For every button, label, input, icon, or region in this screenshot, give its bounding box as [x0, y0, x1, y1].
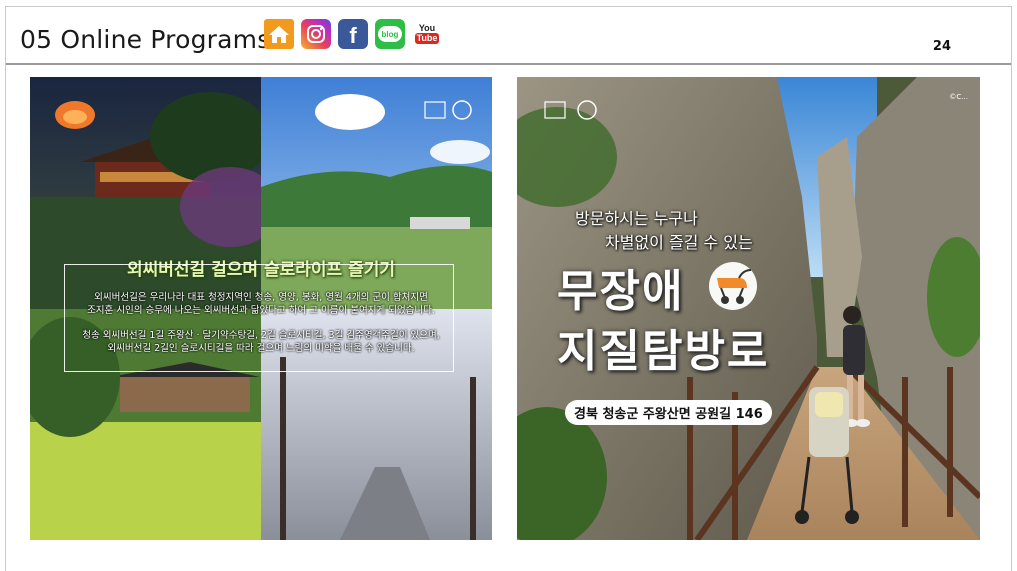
left-poster-paragraph-1-line-1: 외씨버선길은 우리나라 대표 청정지역인 청송, 영양, 봉화, 영월 4개의 …: [94, 292, 428, 303]
left-poster-frame: [64, 264, 454, 372]
right-poster-address: 경북 청송군 주왕산면 공원길 146: [565, 400, 772, 425]
social-icons: f blog You Tube: [264, 19, 442, 49]
header-divider: [6, 63, 1011, 65]
left-poster-paragraph-1-line-2: 조지훈 시인의 승무에 나오는 외씨버선과 닮았다고 하여 그 이름이 붙여지게…: [87, 305, 435, 316]
right-poster-subtitle-1: 방문하시는 누구나: [575, 209, 698, 228]
right-poster-credit: ©C...: [949, 93, 968, 101]
youtube-icon[interactable]: You Tube: [412, 19, 442, 49]
youtube-label-top: You: [418, 23, 436, 33]
right-poster-image: 방문하시는 누구나 차별없이 즐길 수 있는 무장애 지질탐방로 경북 청송군 …: [517, 77, 980, 540]
page-number: 24: [932, 39, 951, 54]
instagram-icon[interactable]: [301, 19, 331, 49]
right-poster-subtitle-2: 차별없이 즐길 수 있는: [605, 233, 753, 252]
blog-label: blog: [381, 29, 399, 39]
left-poster-paragraph-2-line-1: 청송 외씨버선길 1길 주왕산 · 달기약수탕길, 2길 슬로시티길, 3길 김…: [82, 330, 440, 341]
facebook-icon[interactable]: f: [338, 19, 368, 49]
blog-icon[interactable]: blog: [375, 19, 405, 49]
page-title: 05 Online Programs: [20, 25, 271, 54]
left-poster-image: 외씨버선길 걸으며 슬로라이프 즐기기 외씨버선길은 우리나라 대표 청정지역인…: [30, 77, 492, 540]
facebook-letter: f: [349, 23, 357, 48]
stroller-icon: [709, 262, 757, 310]
right-poster-headline-1: 무장애: [557, 266, 685, 317]
home-icon[interactable]: [264, 19, 294, 49]
left-poster-paragraph-2-line-2: 외씨버선길 2길인 슬로시티길을 따라 걸으며 느림의 미학을 배울 수 있습니…: [107, 343, 415, 354]
youtube-label-bottom: Tube: [414, 33, 440, 44]
right-poster-headline-2: 지질탐방로: [557, 326, 770, 377]
